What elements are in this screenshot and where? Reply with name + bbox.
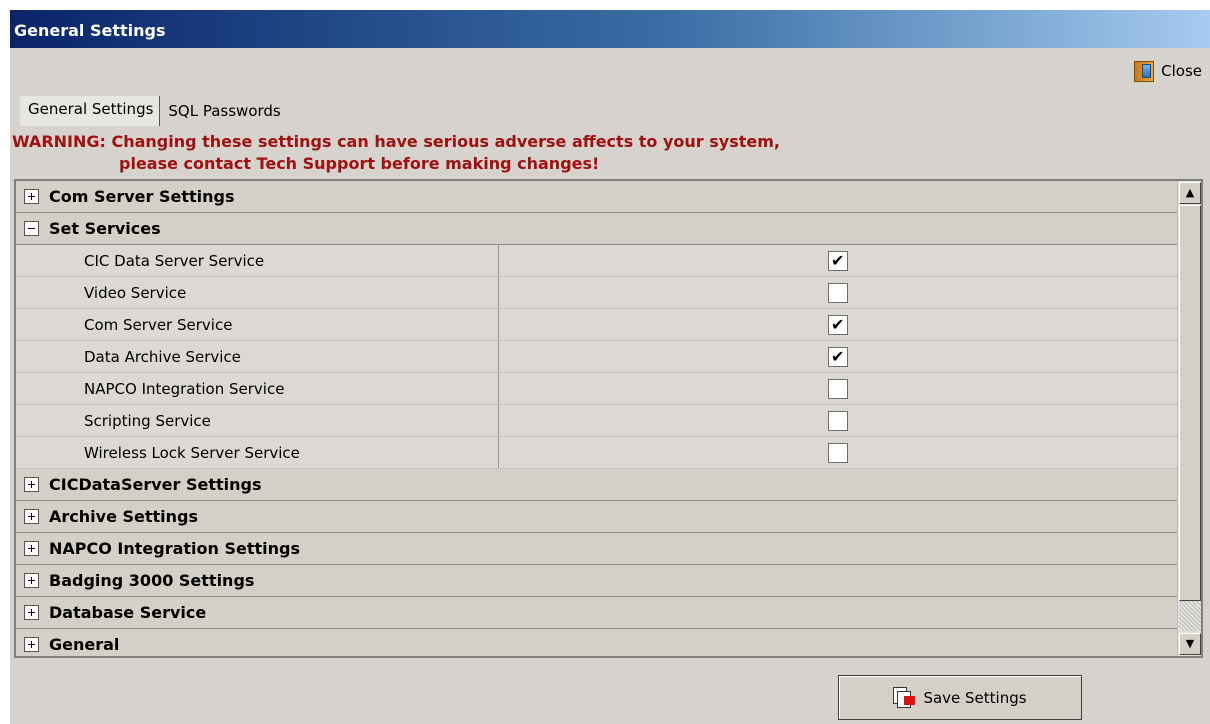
property-row[interactable]: Com Server Service ✔ [16,309,1177,341]
property-row[interactable]: NAPCO Integration Service [16,373,1177,405]
category-label: Archive Settings [49,507,199,526]
category-label: NAPCO Integration Settings [49,539,301,558]
save-settings-button[interactable]: Save Settings [838,675,1082,720]
property-row[interactable]: Wireless Lock Server Service [16,437,1177,469]
category-label: Database Service [49,603,207,622]
save-settings-label: Save Settings [923,688,1027,707]
expand-plus-icon[interactable] [24,509,39,524]
property-name: Video Service [16,277,499,308]
property-name: Scripting Service [16,405,499,436]
service-checkbox[interactable]: ✔ [828,314,848,335]
expand-plus-icon[interactable] [24,637,39,652]
property-row[interactable]: Video Service [16,277,1177,309]
door-exit-icon [1133,60,1155,82]
tab-general-settings[interactable]: General Settings [20,96,161,126]
category-label: Com Server Settings [49,187,235,206]
category-row[interactable]: Set Services [16,213,1177,245]
expand-plus-icon[interactable] [24,189,39,204]
scroll-thumb[interactable] [1179,205,1201,601]
warning-line-2: please contact Tech Support before makin… [119,154,600,173]
collapse-minus-icon[interactable] [24,221,39,236]
category-row[interactable]: NAPCO Integration Settings [16,533,1177,565]
save-icon [893,686,916,709]
scroll-down-arrow-icon[interactable]: ▼ [1179,633,1201,655]
window-title-bar: General Settings [10,10,1210,48]
checkmark-icon: ✔ [831,250,845,270]
property-value [499,405,1177,436]
property-row[interactable]: CIC Data Server Service ✔ [16,245,1177,277]
service-checkbox[interactable] [828,442,848,463]
scroll-up-arrow-icon[interactable]: ▲ [1179,182,1201,204]
property-value: ✔ [499,309,1177,340]
expand-plus-icon[interactable] [24,605,39,620]
close-button-label: Close [1161,62,1202,80]
property-name: Data Archive Service [16,341,499,372]
warning-message: WARNING: Changing these settings can hav… [12,131,912,175]
window-title: General Settings [14,21,166,40]
property-value [499,277,1177,308]
service-checkbox[interactable] [828,378,848,399]
scroll-track[interactable] [1179,601,1201,631]
tab-sql-passwords[interactable]: SQL Passwords [160,98,286,126]
category-label: CICDataServer Settings [49,475,262,494]
checkmark-icon: ✔ [831,346,845,366]
property-grid-rows: Com Server Settings Set Services CIC Data … [16,181,1177,656]
property-row[interactable]: Data Archive Service ✔ [16,341,1177,373]
service-checkbox[interactable]: ✔ [828,346,848,367]
vertical-scrollbar[interactable]: ▲ ▼ [1177,181,1201,656]
service-checkbox[interactable]: ✔ [828,250,848,271]
category-row[interactable]: Com Server Settings [16,181,1177,213]
category-label: General [49,635,120,654]
category-row[interactable]: CICDataServer Settings [16,469,1177,501]
warning-line-1: WARNING: Changing these settings can hav… [12,132,780,151]
property-name: Com Server Service [16,309,499,340]
category-row[interactable]: Archive Settings [16,501,1177,533]
category-row[interactable]: General [16,629,1177,656]
category-row[interactable]: Database Service [16,597,1177,629]
close-button[interactable]: Close [1133,58,1202,84]
checkmark-icon: ✔ [831,314,845,334]
expand-plus-icon[interactable] [24,541,39,556]
expand-plus-icon[interactable] [24,573,39,588]
service-checkbox[interactable] [828,410,848,431]
property-value: ✔ [499,245,1177,276]
property-row[interactable]: Scripting Service [16,405,1177,437]
tab-strip: General Settings SQL Passwords [20,96,287,126]
property-name: NAPCO Integration Service [16,373,499,404]
service-checkbox[interactable] [828,282,848,303]
category-label: Set Services [49,219,161,238]
category-label: Badging 3000 Settings [49,571,255,590]
property-name: Wireless Lock Server Service [16,437,499,468]
property-value [499,373,1177,404]
expand-plus-icon[interactable] [24,477,39,492]
property-grid: Com Server Settings Set Services CIC Data … [14,179,1203,658]
property-value [499,437,1177,468]
property-value: ✔ [499,341,1177,372]
property-name: CIC Data Server Service [16,245,499,276]
category-row[interactable]: Badging 3000 Settings [16,565,1177,597]
